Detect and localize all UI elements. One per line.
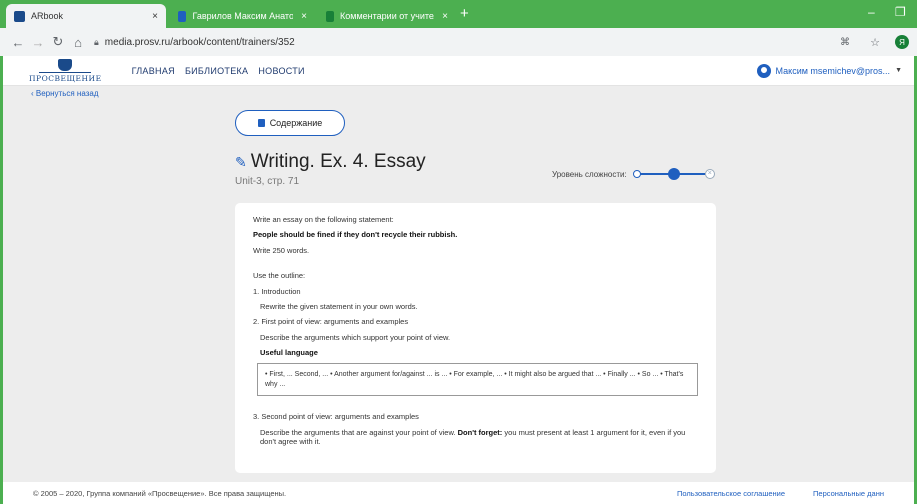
book-icon — [257, 119, 265, 127]
exercise-title-text: Writing. Ex. 4. Essay — [250, 151, 426, 172]
close-tab-icon[interactable]: × — [434, 11, 448, 22]
new-tab-button[interactable]: + — [460, 5, 469, 22]
close-icon[interactable]: × — [704, 169, 715, 179]
exercise-card: Write an essay on the following statemen… — [235, 203, 716, 473]
browser-tabbar: АRbook × Гаврилов Максим Анатольевич × К… — [0, 0, 917, 28]
difficulty-slider[interactable]: × — [632, 168, 715, 180]
useful-language-box: • First, ... Second, ... • Another argum… — [257, 363, 698, 397]
nav-item-news[interactable]: НОВОСТИ — [258, 66, 304, 76]
difficulty-level: Уровень сложности: × — [552, 168, 715, 180]
user-menu[interactable]: Максим msemichev@pros... ▼ — [756, 63, 902, 78]
outline-label: Use the outline: — [253, 271, 306, 281]
page: ПРОСВЕЩЕНИЕ ГЛАВНАЯ БИБЛИОТЕКА НОВОСТИ М… — [0, 56, 917, 504]
close-tab-icon[interactable]: × — [144, 11, 158, 22]
back-link[interactable]: ‹ Вернуться назад — [31, 89, 99, 98]
copyright: © 2005 – 2020, Группа компаний «Просвеще… — [33, 488, 287, 498]
contents-label: Содержание — [269, 118, 323, 128]
outline-item-1-desc: Rewrite the given statement in your own … — [260, 301, 418, 311]
browser-tab-arbook[interactable]: АRbook × — [6, 4, 166, 28]
user-name: Максим msemichev@pros... — [775, 65, 891, 76]
site-header: ПРОСВЕЩЕНИЕ ГЛАВНАЯ БИБЛИОТЕКА НОВОСТИ М… — [3, 56, 914, 86]
slider-knob[interactable] — [667, 168, 680, 180]
outline-item-3-desc: Describe the arguments that are against … — [260, 427, 686, 446]
restore-icon[interactable]: ❐ — [895, 5, 906, 19]
home-icon[interactable]: ⌂ — [68, 35, 88, 50]
outline-item-1: 1. Introduction — [253, 286, 301, 296]
useful-language-label: Useful language — [260, 348, 318, 357]
chat-favicon-icon — [178, 10, 187, 22]
tab-label: АRbook — [31, 11, 64, 21]
arbook-favicon-icon — [14, 10, 25, 22]
bookmark-star-icon[interactable]: ☆ — [865, 36, 885, 49]
classroom-favicon-icon — [326, 10, 335, 22]
outline-item-2-desc: Describe the arguments which support you… — [260, 332, 451, 342]
browser-tab-gavrilov[interactable]: Гаврилов Максим Анатольевич × — [170, 4, 315, 28]
browser-profile-avatar[interactable]: Я — [895, 35, 909, 49]
minimize-icon[interactable]: – — [868, 5, 875, 19]
browser-address-bar: ← → ↻ ⌂ 🔒︎ media.prosv.ru/arbook/content… — [0, 28, 917, 56]
url-text: media.prosv.ru/arbook/content/trainers/3… — [104, 36, 295, 48]
close-tab-icon[interactable]: × — [293, 11, 307, 22]
forward-arrow-icon[interactable]: → — [28, 35, 48, 50]
logo-crest-icon — [58, 58, 73, 71]
contents-button[interactable]: Содержание — [235, 110, 345, 136]
outline-item-2: 2. First point of view: arguments and ex… — [253, 317, 409, 327]
prosveshchenie-logo[interactable]: ПРОСВЕЩЕНИЕ — [29, 58, 102, 83]
difficulty-label: Уровень сложности: — [552, 169, 627, 179]
back-arrow-icon[interactable]: ← — [8, 35, 28, 50]
translate-icon[interactable]: ⌘ — [835, 37, 855, 48]
nav-item-home[interactable]: ГЛАВНАЯ — [132, 66, 175, 76]
url-field[interactable]: 🔒︎ media.prosv.ru/arbook/content/trainer… — [94, 37, 295, 48]
site-footer: © 2005 – 2020, Группа компаний «Просвеще… — [3, 482, 914, 504]
reload-icon[interactable]: ↻ — [48, 34, 68, 50]
personal-data-link[interactable]: Персональные данн — [813, 489, 884, 498]
lock-icon: 🔒︎ — [94, 36, 99, 47]
exercise-subtitle: Unit-3, стр. 71 — [235, 176, 300, 187]
tab-label: Комментарии от учителей - Go — [340, 11, 434, 21]
chevron-down-icon: ▼ — [895, 67, 902, 74]
pencil-icon: ✎ — [235, 153, 247, 170]
task-word-count: Write 250 words. — [253, 245, 310, 255]
task-intro: Write an essay on the following statemen… — [253, 215, 394, 224]
logo-text: ПРОСВЕЩЕНИЕ — [29, 73, 102, 83]
user-avatar-icon — [756, 63, 771, 78]
slider-start-dot — [632, 170, 641, 178]
task-statement: People should be fined if they don't rec… — [253, 230, 458, 240]
user-agreement-link[interactable]: Пользовательское соглашение — [677, 489, 785, 498]
browser-tab-comments[interactable]: Комментарии от учителей - Go × — [318, 4, 456, 28]
tab-label: Гаврилов Максим Анатольевич — [192, 11, 294, 21]
outline-item-3: 3. Second point of view: arguments and e… — [253, 412, 419, 422]
exercise-title: ✎ Writing. Ex. 4. Essay — [235, 151, 426, 173]
main-nav: ГЛАВНАЯ БИБЛИОТЕКА НОВОСТИ — [132, 66, 305, 76]
nav-item-library[interactable]: БИБЛИОТЕКА — [185, 66, 248, 76]
